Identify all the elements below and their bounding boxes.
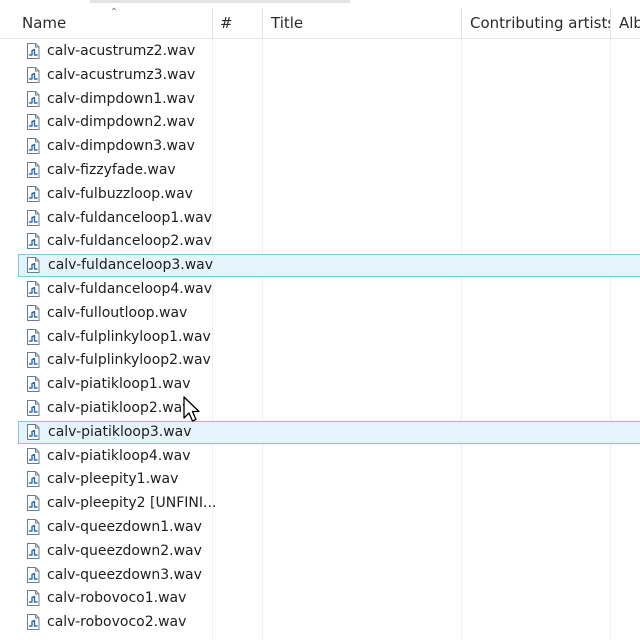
file-row[interactable]: calv-robovoco2.wav — [18, 611, 640, 634]
file-name-label: calv-dimpdown3.wav — [47, 138, 195, 155]
horizontal-scrollbar-thumb[interactable] — [90, 0, 350, 3]
audio-file-icon — [27, 447, 40, 464]
file-row[interactable]: calv-dimpdown2.wav — [18, 111, 640, 134]
audio-file-icon — [27, 304, 40, 321]
file-row[interactable]: calv-piatikloop1.wav — [18, 373, 640, 396]
column-divider[interactable] — [262, 8, 263, 38]
file-name-label: calv-fulplinkyloop1.wav — [47, 328, 211, 345]
file-name-label: calv-pleepity2 [UNFINI... — [47, 495, 217, 512]
file-name-label: calv-fuldanceloop4.wav — [47, 281, 213, 297]
audio-file-icon — [27, 328, 40, 345]
sort-ascending-icon: ⌃ — [109, 7, 119, 18]
audio-file-icon — [27, 614, 40, 631]
top-scroll-strip — [0, 0, 640, 8]
audio-file-icon — [27, 138, 40, 155]
file-name-label: calv-fulbuzzloop.wav — [47, 185, 193, 202]
file-row[interactable]: calv-acustrumz2.wav — [18, 40, 640, 63]
file-name-label: calv-piatikloop2.wav — [47, 400, 191, 416]
file-name-label: calv-queezdown3.wav — [47, 566, 202, 583]
file-row[interactable]: calv-dimpdown1.wav — [18, 88, 640, 111]
audio-file-icon — [27, 566, 40, 583]
file-name-label: calv-fizzyfade.wav — [47, 162, 176, 178]
file-name-label: calv-piatikloop4.wav — [47, 447, 191, 464]
file-name-label: calv-fulplinkyloop2.wav — [47, 352, 211, 369]
mouse-pointer-icon — [183, 396, 200, 422]
audio-file-icon — [27, 66, 40, 83]
file-name-label: calv-piatikloop3.wav — [48, 423, 192, 440]
audio-file-icon — [27, 376, 40, 393]
file-name-label: calv-dimpdown1.wav — [47, 90, 195, 107]
file-row[interactable]: calv-pleepity2 [UNFINI... — [18, 492, 640, 515]
audio-file-icon — [27, 400, 40, 416]
audio-file-icon — [27, 542, 40, 559]
column-header-bar: Name ⌃ # Title Contributing artists Alb — [0, 8, 640, 39]
file-row[interactable]: calv-fuldanceloop3.wav — [18, 254, 640, 278]
audio-file-icon — [27, 90, 40, 107]
file-name-label: calv-fulloutloop.wav — [47, 304, 188, 321]
file-row[interactable]: calv-fuldanceloop2.wav — [18, 230, 640, 253]
file-name-label: calv-acustrumz2.wav — [47, 43, 196, 59]
file-row[interactable]: calv-robovoco1.wav — [18, 587, 640, 610]
audio-file-icon — [27, 495, 40, 512]
audio-file-icon — [27, 352, 40, 369]
file-name-label: calv-fuldanceloop1.wav — [47, 209, 213, 226]
audio-file-icon — [27, 590, 40, 607]
audio-file-icon — [27, 185, 40, 202]
file-name-label: calv-robovoco1.wav — [47, 590, 187, 607]
audio-file-icon — [27, 162, 40, 178]
file-row[interactable]: calv-pleepity1.wav — [18, 468, 640, 491]
file-name-label: calv-queezdown2.wav — [47, 542, 202, 559]
file-name-label: calv-acustrumz3.wav — [47, 66, 196, 83]
column-divider[interactable] — [610, 8, 611, 38]
file-row[interactable]: calv-queezdown3.wav — [18, 564, 640, 587]
file-explorer-window: Name ⌃ # Title Contributing artists Alb … — [0, 0, 640, 640]
column-header-title[interactable]: Title — [271, 8, 451, 38]
file-name-label: calv-pleepity1.wav — [47, 471, 179, 488]
audio-file-icon — [27, 114, 40, 131]
audio-file-icon — [27, 43, 40, 59]
file-row[interactable]: calv-queezdown1.wav — [18, 516, 640, 539]
column-header-number[interactable]: # — [220, 8, 260, 38]
file-row[interactable]: calv-fizzyfade.wav — [18, 159, 640, 182]
audio-file-icon — [27, 423, 40, 440]
file-row[interactable]: calv-piatikloop4.wav — [18, 445, 640, 468]
file-name-label: calv-queezdown1.wav — [47, 519, 202, 535]
file-name-label: calv-fuldanceloop3.wav — [48, 257, 214, 274]
column-header-album[interactable]: Alb — [619, 8, 640, 38]
audio-file-icon — [27, 519, 40, 535]
audio-file-icon — [27, 233, 40, 250]
audio-file-icon — [27, 471, 40, 488]
file-name-label: calv-fuldanceloop2.wav — [47, 233, 213, 250]
file-name-label: calv-piatikloop1.wav — [47, 376, 191, 393]
column-divider[interactable] — [461, 8, 462, 38]
file-row[interactable]: calv-fulbuzzloop.wav — [18, 183, 640, 206]
file-row[interactable]: calv-piatikloop3.wav — [18, 420, 640, 444]
file-name-label: calv-robovoco2.wav — [47, 614, 187, 631]
file-row[interactable]: calv-queezdown2.wav — [18, 540, 640, 563]
audio-file-icon — [27, 281, 40, 297]
file-name-label: calv-dimpdown2.wav — [47, 114, 195, 131]
file-row[interactable]: calv-fulloutloop.wav — [18, 302, 640, 325]
file-row[interactable]: calv-fuldanceloop4.wav — [18, 278, 640, 301]
audio-file-icon — [27, 209, 40, 226]
file-row[interactable]: calv-acustrumz3.wav — [18, 64, 640, 87]
audio-file-icon — [27, 257, 40, 274]
file-row[interactable]: calv-fuldanceloop1.wav — [18, 207, 640, 230]
file-row[interactable]: calv-fulplinkyloop2.wav — [18, 349, 640, 372]
column-divider[interactable] — [212, 8, 213, 38]
column-header-contributing-artists[interactable]: Contributing artists — [470, 8, 610, 38]
file-row[interactable]: calv-piatikloop2.wav — [18, 397, 640, 420]
file-row[interactable]: calv-dimpdown3.wav — [18, 135, 640, 158]
file-row[interactable]: calv-fulplinkyloop1.wav — [18, 326, 640, 349]
